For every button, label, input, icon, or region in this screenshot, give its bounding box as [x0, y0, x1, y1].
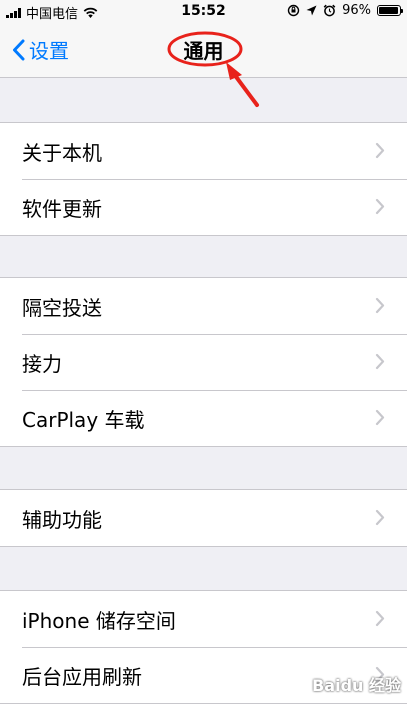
list-item-label: 软件更新: [22, 196, 102, 221]
list-item-label: 隔空投送: [22, 295, 102, 320]
list-item-label: iPhone 储存空间: [22, 608, 176, 633]
chevron-right-icon: [375, 353, 385, 370]
settings-group: 关于本机 软件更新: [0, 122, 407, 236]
alarm-icon: [323, 4, 336, 17]
chevron-right-icon: [375, 142, 385, 159]
chevron-right-icon: [375, 509, 385, 526]
battery-fill: [379, 7, 399, 14]
battery-percent: 96%: [342, 3, 371, 18]
settings-group: 辅助功能: [0, 489, 407, 547]
list-item-label: 接力: [22, 351, 62, 376]
list-item-label: 后台应用刷新: [22, 664, 142, 689]
list-item-label: 关于本机: [22, 140, 102, 165]
chevron-right-icon: [375, 198, 385, 215]
list-item[interactable]: iPhone 储存空间: [0, 591, 407, 647]
list-item-label: 辅助功能: [22, 507, 102, 532]
chevron-right-icon: [375, 610, 385, 627]
list-item[interactable]: 关于本机: [0, 123, 407, 179]
list-item[interactable]: CarPlay 车载: [0, 390, 407, 446]
location-icon: [306, 5, 317, 16]
battery-icon: [377, 5, 403, 16]
status-right: 96%: [287, 3, 403, 18]
orientation-lock-icon: [287, 4, 300, 17]
page-title: 通用: [183, 39, 224, 63]
list-item-label: CarPlay 车载: [22, 407, 145, 432]
list-item[interactable]: 接力: [0, 334, 407, 390]
list-item[interactable]: 辅助功能: [0, 490, 407, 546]
settings-group: 隔空投送接力 CarPlay 车载: [0, 277, 407, 447]
chevron-right-icon: [375, 297, 385, 314]
list-item[interactable]: 软件更新: [0, 179, 407, 235]
chevron-right-icon: [375, 409, 385, 426]
status-bar: 中国电信 15:52 96%: [0, 0, 407, 22]
list-item[interactable]: 隔空投送: [0, 278, 407, 334]
watermark: Baidu 经验: [312, 676, 401, 695]
navigation-bar: 设置 通用: [0, 22, 407, 78]
